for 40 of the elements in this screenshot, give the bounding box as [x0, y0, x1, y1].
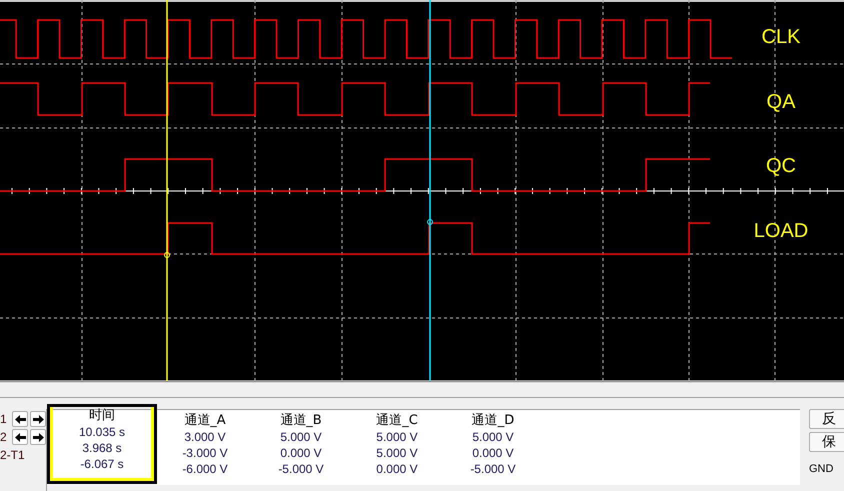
table-cell: 0.000 V [280, 445, 322, 461]
table-cell: 5.000 V [280, 429, 322, 445]
trace-label: LOAD [754, 220, 808, 242]
table-cell: -6.067 s [80, 456, 124, 472]
side-button[interactable]: 反 [809, 409, 844, 429]
column-header: 时间 [89, 408, 115, 424]
table-cell: 5.000 V [376, 445, 418, 461]
trace-label: QC [766, 155, 796, 177]
table-cell: -5.000 V [470, 461, 516, 477]
column-header: 通道_B [280, 413, 322, 429]
table-cell: 5.000 V [376, 429, 418, 445]
left-arrow-icon [14, 432, 26, 442]
table-cell: -6.000 V [182, 461, 228, 477]
table-cell: 0.000 V [472, 445, 514, 461]
trace-label: QA [766, 91, 796, 113]
side-button[interactable]: 保 [809, 432, 844, 452]
table-cell: -5.000 V [278, 461, 324, 477]
cursor-label: 2 [0, 430, 8, 444]
cursor-line[interactable] [427, 0, 433, 381]
arrow-button[interactable] [30, 411, 46, 427]
trace-label: CLK [762, 26, 800, 48]
left-arrow-icon [14, 414, 26, 424]
arrow-button[interactable] [12, 411, 28, 427]
arrow-button[interactable] [30, 429, 46, 445]
ground-label: GND [809, 462, 834, 477]
right-arrow-icon [32, 432, 44, 442]
table-cell: -3.000 V [182, 445, 228, 461]
column-header: 通道_A [184, 413, 226, 429]
table-cell: 0.000 V [376, 461, 418, 477]
table-cell: 10.035 s [78, 424, 126, 440]
arrow-button[interactable] [12, 429, 28, 445]
cursor-label: 2-T1 [0, 448, 25, 462]
table-cell: 3.968 s [82, 440, 122, 456]
column-header: 通道_D [472, 413, 514, 429]
column-header: 通道_C [376, 413, 418, 429]
cursor-label: 1 [0, 412, 8, 426]
right-arrow-icon [32, 414, 44, 424]
table-cell: 5.000 V [472, 429, 514, 445]
cursor-line[interactable] [164, 0, 170, 381]
table-cell: 3.000 V [184, 429, 226, 445]
